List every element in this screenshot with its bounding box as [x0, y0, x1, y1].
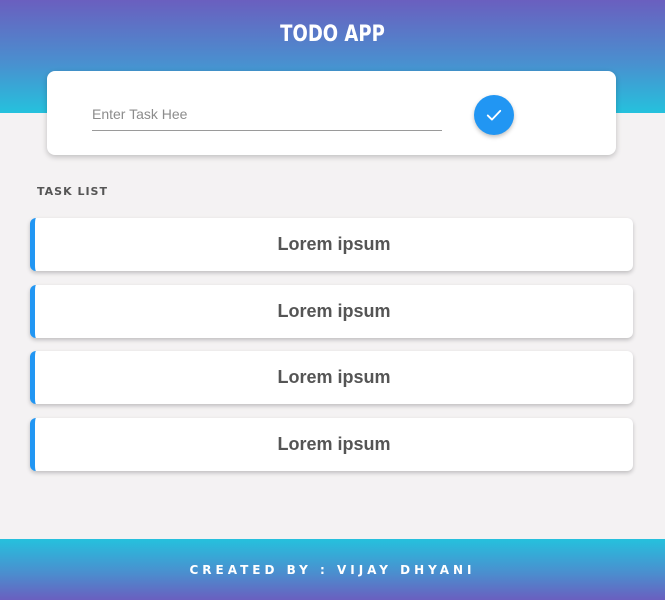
- task-text: Lorem ipsum: [277, 300, 391, 321]
- task-item[interactable]: Lorem ipsum: [30, 351, 633, 404]
- task-text: Lorem ipsum: [277, 433, 391, 454]
- task-item[interactable]: Lorem ipsum: [30, 284, 633, 338]
- task-item[interactable]: Lorem ipsum: [30, 218, 633, 271]
- app-footer: CREATED BY : VIJAY DHYANI: [0, 539, 665, 600]
- task-input-card: [47, 71, 616, 155]
- footer-credit: CREATED BY : VIJAY DHYANI: [189, 562, 476, 577]
- task-input[interactable]: [92, 97, 442, 131]
- add-task-button[interactable]: [474, 95, 514, 135]
- task-list: Lorem ipsum Lorem ipsum Lorem ipsum Lore…: [30, 218, 633, 484]
- task-text: Lorem ipsum: [277, 367, 391, 387]
- check-icon: [486, 109, 502, 121]
- task-list-label: TASK LIST: [37, 185, 108, 198]
- task-item[interactable]: Lorem ipsum: [30, 417, 633, 471]
- app-title: TODO APP: [280, 22, 385, 47]
- task-text: Lorem ipsum: [277, 234, 391, 254]
